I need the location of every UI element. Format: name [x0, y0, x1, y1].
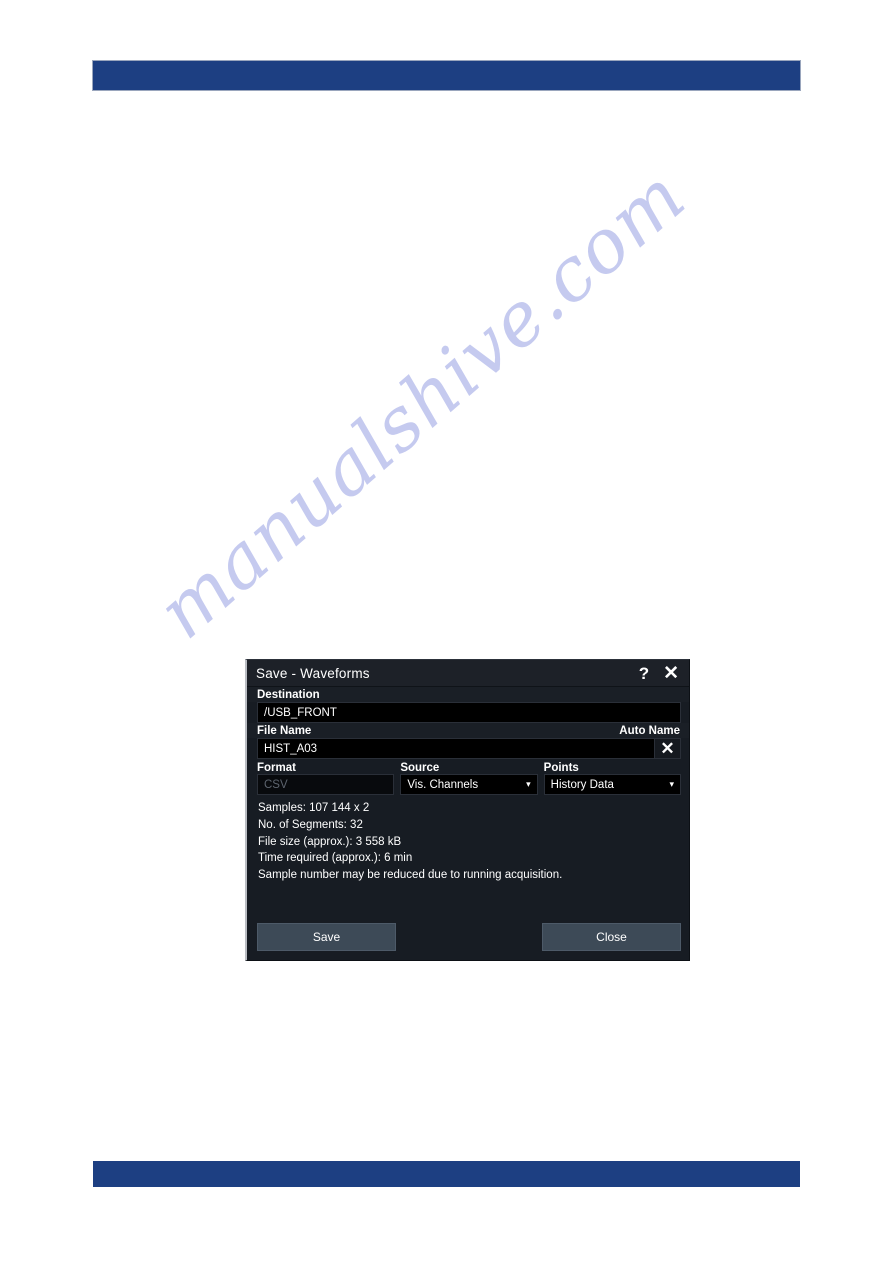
points-select[interactable]: History Data ▾ — [543, 774, 681, 795]
dialog-button-bar: Save Close — [247, 923, 689, 951]
chevron-down-icon: ▾ — [669, 779, 674, 789]
info-file-size: File size (approx.): 3 558 kB — [258, 835, 402, 848]
destination-label: Destination — [257, 689, 320, 701]
points-value: History Data — [550, 778, 614, 791]
info-segments: No. of Segments: 32 — [258, 818, 363, 831]
format-label: Format — [257, 762, 296, 774]
format-value: CSV — [264, 778, 288, 791]
help-icon[interactable]: ? — [639, 665, 649, 682]
file-name-label: File Name — [257, 725, 312, 737]
info-block: Samples: 107 144 x 2 No. of Segments: 32… — [258, 800, 689, 884]
page-footer-bar — [93, 1161, 800, 1187]
auto-name-button[interactable]: Auto Name — [619, 725, 680, 737]
info-note: Sample number may be reduced due to runn… — [258, 869, 563, 882]
file-name-row: HIST_A03 ✕ — [257, 738, 681, 759]
format-select: CSV — [257, 774, 395, 795]
chevron-down-icon: ▾ — [526, 779, 531, 789]
destination-input[interactable]: /USB_FRONT — [257, 702, 681, 723]
points-label: Points — [543, 762, 579, 774]
selector-fields-row: CSV Vis. Channels ▾ History Data ▾ — [257, 774, 681, 795]
info-samples: Samples: 107 144 x 2 — [258, 802, 370, 814]
save-button[interactable]: Save — [257, 923, 396, 951]
save-waveforms-dialog: Save - Waveforms ? ✕ Destination /USB_FR… — [245, 659, 690, 961]
close-button[interactable]: Close — [542, 923, 681, 951]
file-name-label-row: File Name Auto Name — [247, 723, 689, 738]
destination-row: /USB_FRONT — [257, 702, 681, 723]
selector-labels-row: Format Source Points — [257, 762, 681, 774]
clear-file-name-icon[interactable]: ✕ — [655, 738, 681, 759]
source-select[interactable]: Vis. Channels ▾ — [400, 774, 538, 795]
info-time-required: Time required (approx.): 6 min — [258, 852, 413, 865]
source-label: Source — [400, 762, 440, 774]
dialog-title: Save - Waveforms — [256, 665, 370, 681]
close-icon[interactable]: ✕ — [663, 664, 679, 683]
page-header-bar — [93, 61, 800, 90]
destination-label-row: Destination — [247, 687, 689, 702]
watermark-text: manualshive.com — [141, 152, 702, 656]
dialog-titlebar: Save - Waveforms ? ✕ — [247, 660, 689, 687]
file-name-input[interactable]: HIST_A03 — [257, 738, 655, 759]
dialog-body: Destination /USB_FRONT File Name Auto Na… — [247, 687, 689, 884]
source-value: Vis. Channels — [407, 778, 479, 791]
